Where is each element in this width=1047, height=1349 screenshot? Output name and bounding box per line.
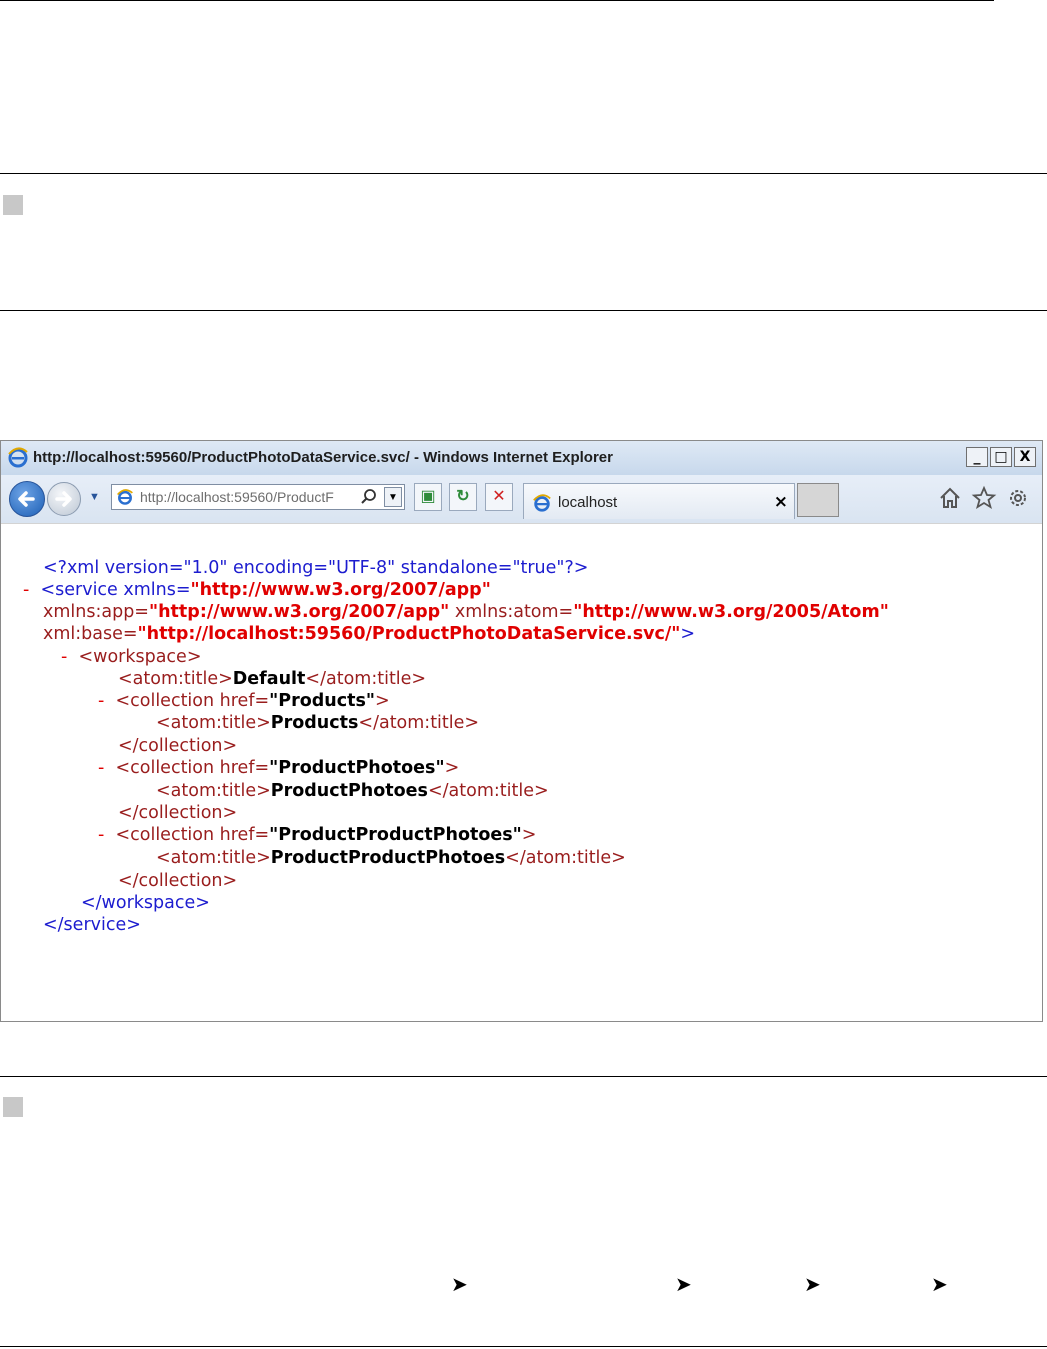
address-bar[interactable]: http://localhost:59560/ProductF ▼	[111, 484, 405, 510]
navigation-toolbar: ▼ http://localhost:59560/ProductF ▼ ▣ ↻ …	[1, 475, 1042, 523]
arrow-icon: ➤	[804, 1274, 821, 1296]
xml-service-close: </service>	[43, 915, 141, 935]
arrow-icon: ➤	[675, 1274, 692, 1296]
xml-collection-close: </collection>	[118, 803, 238, 823]
ie-browser-window: http://localhost:59560/ProductPhotoDataS…	[0, 440, 1043, 1022]
xml-service-attrs: xmlns:app="http://www.w3.org/2007/app" x…	[43, 602, 889, 622]
xml-collection-open: - <collection href="Products">	[98, 691, 390, 711]
tab-label: localhost	[558, 494, 618, 511]
address-url[interactable]: http://localhost:59560/ProductF	[140, 489, 366, 505]
refresh-button[interactable]: ↻	[449, 483, 477, 511]
section-marker-1	[3, 195, 23, 215]
section-rule-3	[0, 1076, 1047, 1077]
address-dropdown-button[interactable]: ▼	[384, 487, 402, 507]
collapse-collection-toggle[interactable]: -	[98, 691, 104, 711]
stop-icon: ✕	[492, 488, 506, 505]
tab-ie-icon	[533, 494, 551, 512]
back-button[interactable]	[9, 481, 45, 517]
minimize-button[interactable]: _	[966, 447, 988, 467]
ie-icon	[8, 447, 28, 468]
xml-collection-open: - <collection href="ProductProductPhotoe…	[98, 825, 537, 845]
xml-service-base: xml:base="http://localhost:59560/Product…	[43, 624, 696, 644]
xml-default-title: <atom:title>Default</atom:title>	[118, 669, 427, 689]
window-controls: _ □ X	[966, 447, 1036, 467]
compatibility-icon: ▣	[420, 488, 436, 505]
title-bar: http://localhost:59560/ProductPhotoDataS…	[1, 441, 1042, 476]
arrow-icon: ➤	[451, 1274, 468, 1296]
tab-localhost[interactable]: localhost ×	[523, 483, 795, 519]
stop-button[interactable]: ✕	[485, 483, 513, 511]
arrow-icon: ➤	[931, 1274, 948, 1296]
forward-button[interactable]	[47, 482, 81, 516]
xml-workspace-close: </workspace>	[81, 893, 210, 913]
favorites-star-icon[interactable]	[971, 485, 997, 511]
top-rule	[0, 0, 994, 1]
section-rule-1	[0, 173, 1047, 174]
close-button[interactable]: X	[1014, 447, 1036, 467]
xml-collection-close: </collection>	[118, 871, 238, 891]
collapse-collection-toggle[interactable]: -	[98, 825, 104, 845]
gear-icon[interactable]	[1005, 485, 1031, 511]
maximize-button[interactable]: □	[990, 447, 1012, 467]
section-marker-2	[3, 1097, 23, 1117]
tab-close-icon[interactable]: ×	[774, 492, 788, 512]
page-ie-icon	[117, 489, 133, 505]
collapse-service-toggle[interactable]: -	[23, 580, 29, 600]
collapse-collection-toggle[interactable]: -	[98, 758, 104, 778]
compatibility-view-button[interactable]: ▣	[414, 483, 442, 511]
history-dropdown-icon[interactable]: ▼	[89, 491, 100, 503]
page-content: <?xml version="1.0" encoding="UTF-8" sta…	[1, 523, 1042, 1021]
section-rule-2	[0, 310, 1047, 311]
xml-workspace-open: - <workspace>	[61, 647, 202, 667]
xml-collection-title: <atom:title>ProductProductPhotoes</atom:…	[156, 848, 626, 868]
xml-collection-title: <atom:title>Products</atom:title>	[156, 713, 480, 733]
xml-collection-close: </collection>	[118, 736, 238, 756]
xml-collection-open: - <collection href="ProductPhotoes">	[98, 758, 460, 778]
back-icon	[18, 491, 35, 507]
window-title: http://localhost:59560/ProductPhotoDataS…	[33, 449, 613, 466]
collapse-workspace-toggle[interactable]: -	[61, 647, 67, 667]
xml-service-open: - <service xmlns="http://www.w3.org/2007…	[23, 580, 491, 600]
new-tab-button[interactable]	[797, 483, 839, 517]
forward-icon	[55, 491, 72, 507]
bottom-rule	[0, 1346, 1047, 1347]
home-icon[interactable]	[937, 485, 963, 511]
xml-collection-title: <atom:title>ProductPhotoes</atom:title>	[156, 781, 549, 801]
refresh-icon: ↻	[456, 488, 470, 505]
xml-declaration: <?xml version="1.0" encoding="UTF-8" sta…	[43, 558, 589, 578]
search-icon[interactable]	[360, 488, 378, 506]
